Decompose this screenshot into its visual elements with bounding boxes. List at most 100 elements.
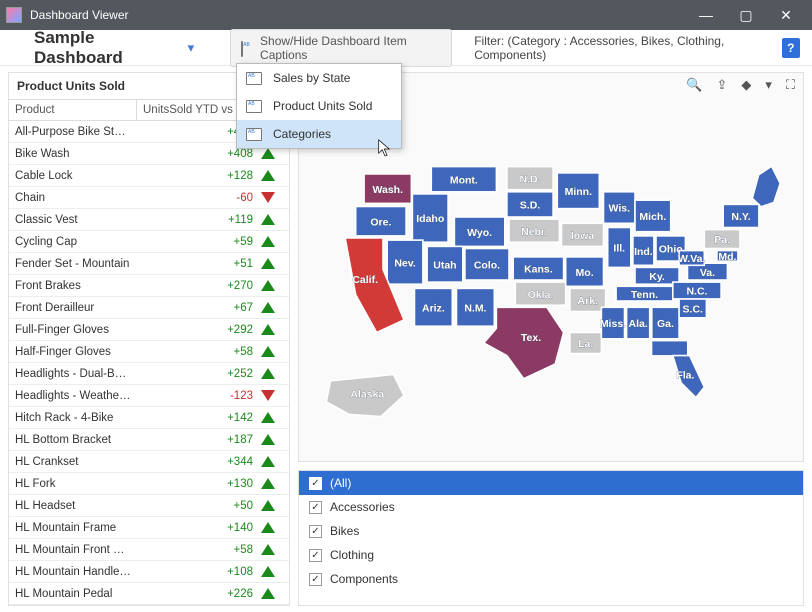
state-nev[interactable]: Nev.: [387, 240, 423, 284]
state-fla[interactable]: Fla.: [673, 356, 705, 398]
checkbox-icon[interactable]: ✓: [309, 525, 322, 538]
arrow-up-icon: [261, 434, 275, 445]
delta-value: +67: [191, 302, 253, 314]
dropdown-item[interactable]: Product Units Sold: [237, 92, 401, 120]
checkbox-icon[interactable]: ✓: [309, 501, 322, 514]
state-ny[interactable]: N.Y.: [723, 204, 759, 227]
state-label: Tenn.: [631, 289, 658, 301]
state-wis[interactable]: Wis.: [604, 192, 636, 224]
category-filter-item[interactable]: ✓Accessories: [299, 495, 803, 519]
minimize-button[interactable]: —: [686, 3, 726, 27]
delta-cell: -123: [137, 390, 289, 402]
table-row[interactable]: HL Crankset+344: [9, 451, 289, 473]
state-okla[interactable]: Okla.: [515, 282, 565, 305]
state-ind[interactable]: Ind.: [633, 236, 654, 265]
category-filter-item[interactable]: ✓(All): [299, 471, 803, 495]
state-md[interactable]: Md.: [717, 251, 738, 263]
state-nd[interactable]: N.D.: [507, 167, 553, 190]
state-mont[interactable]: Mont.: [431, 167, 496, 192]
state-ark[interactable]: Ark.: [570, 288, 606, 311]
close-button[interactable]: ✕: [766, 3, 806, 27]
checkbox-icon[interactable]: ✓: [309, 573, 322, 586]
category-filter-item[interactable]: ✓Components: [299, 567, 803, 591]
state-idaho[interactable]: Idaho: [412, 194, 448, 242]
category-filter-item[interactable]: ✓Bikes: [299, 519, 803, 543]
table-row[interactable]: HL Mountain Handleb…+108: [9, 561, 289, 583]
checkbox-icon[interactable]: ✓: [309, 549, 322, 562]
export-icon[interactable]: ⇪: [716, 77, 727, 93]
table-row[interactable]: Chain-60: [9, 187, 289, 209]
table-row[interactable]: Front Derailleur+67: [9, 297, 289, 319]
state-minn[interactable]: Minn.: [557, 173, 599, 209]
state-pa[interactable]: Pa.: [704, 230, 740, 249]
state-tex[interactable]: Tex.: [484, 307, 564, 378]
table-row[interactable]: Headlights - Weather…-123: [9, 385, 289, 407]
product-name-cell: HL Mountain Front W…: [9, 544, 137, 556]
funnel-icon[interactable]: ▾: [188, 40, 195, 56]
state-ariz[interactable]: Ariz.: [415, 288, 453, 326]
product-name-cell: Hitch Rack - 4-Bike: [9, 412, 137, 424]
category-filter-item[interactable]: ✓Clothing: [299, 543, 803, 567]
layers-icon[interactable]: ◆: [741, 77, 751, 93]
table-row[interactable]: Cable Lock+128: [9, 165, 289, 187]
state-sd[interactable]: S.D.: [507, 192, 553, 217]
zoom-icon[interactable]: 🔍: [686, 77, 702, 93]
filter-icon[interactable]: ▾: [765, 77, 772, 93]
dropdown-item[interactable]: Categories: [237, 120, 401, 148]
table-row[interactable]: Front Brakes+270: [9, 275, 289, 297]
grid-col-product[interactable]: Product: [9, 100, 137, 120]
table-row[interactable]: HL Bottom Bracket+187: [9, 429, 289, 451]
table-row[interactable]: HL Mountain Front W…+58: [9, 539, 289, 561]
state-iowa[interactable]: Iowa: [562, 223, 604, 246]
state-kans[interactable]: Kans.: [513, 257, 563, 280]
state-wva[interactable]: W.Va.: [678, 251, 706, 266]
state-label: Ind.: [634, 246, 653, 258]
state-nm[interactable]: N.M.: [457, 288, 495, 326]
state-ill[interactable]: Ill.: [608, 228, 631, 268]
fullscreen-icon[interactable]: ⛶: [786, 77, 795, 93]
table-row[interactable]: HL Headset+50: [9, 495, 289, 517]
state-la[interactable]: La.: [570, 333, 602, 354]
toggle-captions-button[interactable]: Show/Hide Dashboard Item Captions: [230, 29, 452, 67]
state-ore[interactable]: Ore.: [356, 207, 406, 236]
table-row[interactable]: Fender Set - Mountain+51: [9, 253, 289, 275]
state-ga[interactable]: Ga.: [652, 307, 679, 339]
delta-value: +119: [191, 214, 253, 226]
state-mo[interactable]: Mo.: [566, 257, 604, 286]
state-utah[interactable]: Utah: [427, 246, 463, 282]
table-row[interactable]: Classic Vest+119: [9, 209, 289, 231]
state-tenn[interactable]: Tenn.: [616, 286, 673, 301]
map-body[interactable]: Wash. Ore. IdahoMont. Wyo. N.D.S.D.Nebr. Kans…: [299, 99, 803, 461]
state-wyo[interactable]: Wyo.: [454, 217, 504, 246]
product-name-cell: Full-Finger Gloves: [9, 324, 137, 336]
state-alaska[interactable]: Alaska: [326, 375, 404, 417]
checkbox-icon[interactable]: ✓: [309, 477, 322, 490]
map-svg[interactable]: Wash. Ore. IdahoMont. Wyo. N.D.S.D.Nebr. Kans…: [299, 99, 803, 461]
product-name-cell: Headlights - Dual-Beam: [9, 368, 137, 380]
state-sc[interactable]: S.C.: [679, 299, 706, 318]
state-colo[interactable]: Colo.: [465, 249, 509, 281]
state-label: Ore.: [370, 216, 391, 228]
table-row[interactable]: Full-Finger Gloves+292: [9, 319, 289, 341]
maximize-button[interactable]: ▢: [726, 3, 766, 27]
table-row[interactable]: Hitch Rack - 4-Bike+142: [9, 407, 289, 429]
state-miss[interactable]: Miss.: [600, 307, 626, 339]
state-nebr[interactable]: Nebr.: [509, 219, 559, 242]
dropdown-item[interactable]: Sales by State: [237, 64, 401, 92]
table-row[interactable]: HL Mountain Frame+140: [9, 517, 289, 539]
state-ala[interactable]: Ala.: [627, 307, 650, 339]
state-wash[interactable]: Wash.: [364, 174, 411, 203]
arrow-up-icon: [261, 368, 275, 379]
table-row[interactable]: Half-Finger Gloves+58: [9, 341, 289, 363]
table-row[interactable]: Headlights - Dual-Beam+252: [9, 363, 289, 385]
table-row[interactable]: HL Fork+130: [9, 473, 289, 495]
state-mich[interactable]: Mich.: [635, 200, 671, 232]
captions-dropdown[interactable]: Sales by StateProduct Units SoldCategori…: [236, 63, 402, 149]
delta-value: +130: [191, 478, 253, 490]
table-row[interactable]: HL Mountain Pedal+226: [9, 583, 289, 605]
help-button[interactable]: ?: [782, 38, 800, 58]
state-nc[interactable]: N.C.: [673, 282, 721, 299]
delta-value: -123: [191, 390, 253, 402]
state-label: Calif.: [352, 274, 378, 286]
table-row[interactable]: Cycling Cap+59: [9, 231, 289, 253]
